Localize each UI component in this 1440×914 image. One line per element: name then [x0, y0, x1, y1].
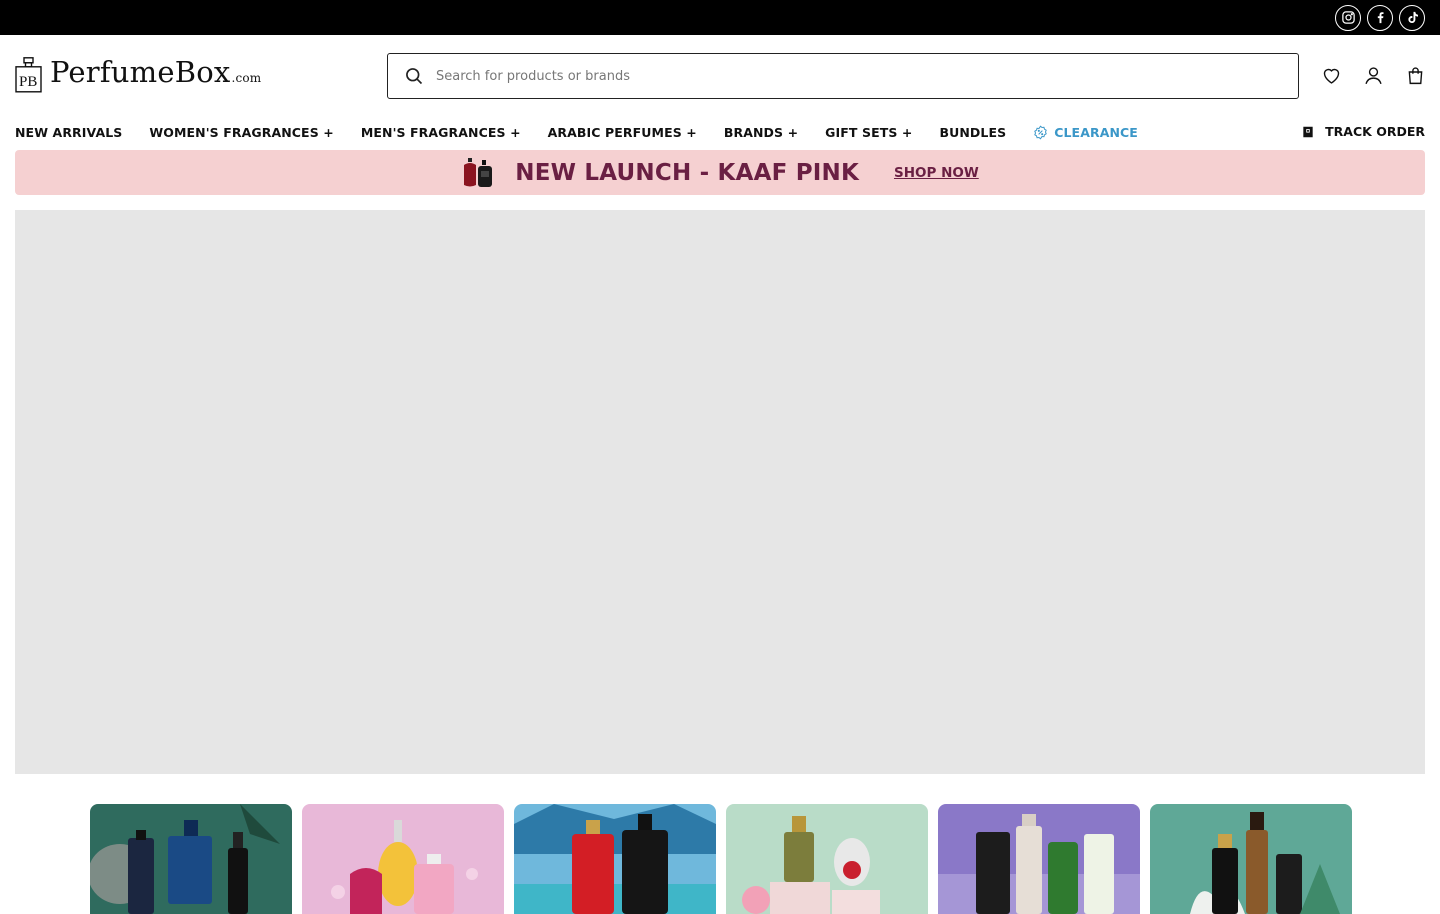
- logo-text: PerfumeBox.com: [50, 55, 262, 89]
- nav-item-new-arrivals[interactable]: NEW ARRIVALS: [15, 125, 122, 140]
- facebook-icon[interactable]: [1367, 4, 1393, 31]
- account-user-icon[interactable]: [1362, 64, 1384, 86]
- nav-item-arabic-perfumes[interactable]: ARABIC PERFUMES +: [548, 125, 697, 140]
- category-tile-arabic[interactable]: [514, 804, 716, 914]
- men-fragrances-image: [90, 804, 292, 914]
- site-header: PB PerfumeBox.com: [0, 35, 1440, 115]
- search-icon: [406, 68, 423, 85]
- shopping-bag-icon[interactable]: [1404, 64, 1426, 86]
- logo[interactable]: PB PerfumeBox.com: [15, 57, 261, 93]
- track-order-link[interactable]: TRACK ORDER: [1301, 124, 1425, 139]
- women-fragrances-image: [302, 804, 504, 914]
- track-order-box-icon: [1303, 126, 1313, 137]
- track-order-label: TRACK ORDER: [1325, 124, 1425, 139]
- social-bar: [0, 0, 1440, 35]
- category-tile-women[interactable]: [302, 804, 504, 914]
- search-bar[interactable]: [387, 53, 1299, 99]
- nav-item-clearance[interactable]: CLEARANCE: [1033, 125, 1138, 140]
- nav-item-womens-fragrances[interactable]: WOMEN'S FRAGRANCES +: [149, 125, 333, 140]
- header-actions: [1320, 64, 1426, 86]
- category-tile-niche[interactable]: [938, 804, 1140, 914]
- svg-text:PB: PB: [19, 74, 37, 90]
- nav-item-gift-sets[interactable]: GIFT SETS +: [825, 125, 912, 140]
- category-tile-men[interactable]: [90, 804, 292, 914]
- hero-image-placeholder[interactable]: [15, 210, 1425, 774]
- category-tile-bundles[interactable]: [1150, 804, 1352, 914]
- gift-sets-image: [726, 804, 928, 914]
- search-input[interactable]: [436, 68, 1298, 84]
- nav-item-bundles[interactable]: BUNDLES: [939, 125, 1006, 140]
- nav-item-brands[interactable]: BRANDS +: [724, 125, 798, 140]
- shop-now-link[interactable]: SHOP NOW: [894, 165, 979, 181]
- category-tiles: [90, 804, 1352, 914]
- main-navigation: NEW ARRIVALS WOMEN'S FRAGRANCES + MEN'S …: [0, 115, 1440, 150]
- bundles-image: [1150, 804, 1352, 914]
- perfume-bottle-logo-icon: PB: [15, 57, 42, 93]
- promo-title: NEW LAUNCH - KAAF PINK: [515, 159, 859, 186]
- instagram-icon[interactable]: [1335, 4, 1361, 31]
- nav-item-mens-fragrances[interactable]: MEN'S FRAGRANCES +: [361, 125, 521, 140]
- tiktok-icon[interactable]: [1399, 4, 1425, 31]
- category-tile-gift-sets[interactable]: [726, 804, 928, 914]
- wishlist-heart-icon[interactable]: [1320, 64, 1342, 86]
- discount-badge-icon: [1034, 125, 1048, 140]
- perfume-bottles-icon: [464, 157, 493, 187]
- niche-perfumes-image: [938, 804, 1140, 914]
- clearance-label: CLEARANCE: [1054, 125, 1138, 140]
- arabic-perfumes-image: [514, 804, 716, 914]
- promo-banner[interactable]: NEW LAUNCH - KAAF PINK SHOP NOW: [15, 150, 1425, 195]
